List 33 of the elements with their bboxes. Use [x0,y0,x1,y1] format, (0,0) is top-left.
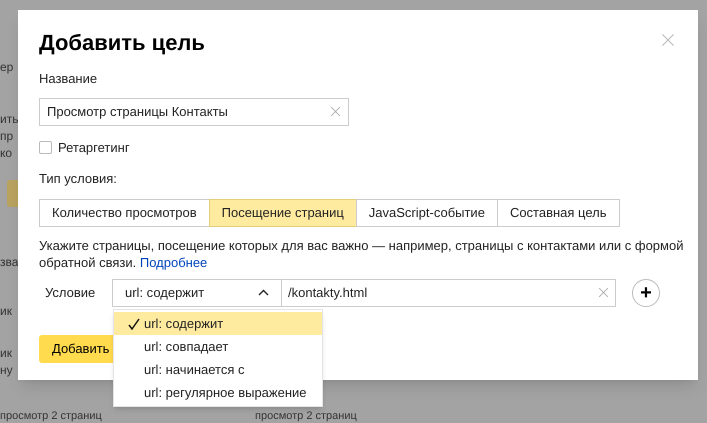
background-text: ер [0,59,14,76]
field-label: Название [39,70,98,88]
dialog-title: Добавить цель [39,30,205,56]
add-condition-button[interactable]: + [632,278,660,306]
name-field[interactable]: Просмотр страницы Контакты [39,98,349,126]
background-text: ко [0,145,12,162]
background-text: зва [0,254,18,271]
checkbox-label: Ретаргетинг [58,138,130,157]
condition-type-tab[interactable]: Посещение страниц [208,198,357,226]
background-text: ик [0,303,12,320]
condition-type-tab[interactable]: Количество просмотров [39,198,210,226]
check-icon [127,316,141,330]
condition-select[interactable]: url: содержит [112,278,282,306]
background-text: ить [0,111,18,128]
url-field[interactable]: /kontakty.html [281,278,616,306]
background-text: ну [0,362,13,379]
field-label: Тип условия: [39,170,118,188]
background-text: просмотр 2 страниц [0,410,102,422]
retargeting-checkbox[interactable] [39,140,52,154]
background-text: пр [0,128,14,145]
background-text: ик [0,345,12,362]
caret-icon [258,289,269,296]
more-link[interactable]: Подробнее [140,254,208,270]
close-icon[interactable] [661,33,675,47]
clear-icon[interactable] [330,106,341,117]
dropdown-option[interactable]: url: содержит [114,312,322,335]
dropdown-option[interactable]: url: регулярное выражение [114,381,322,404]
condition-type-tab[interactable]: Составная цель [496,198,620,226]
condition-type-tab[interactable]: JavaScript-событие [356,198,498,226]
hint-text: Укажите страницы, посещение которых для вас важно — например, страницы с контактами или с формой обратной связи. Подробнее [39,236,684,270]
clear-icon[interactable] [598,287,609,298]
condition-label: Условие [44,284,96,302]
background-text: просмотр 2 страниц [255,410,357,422]
